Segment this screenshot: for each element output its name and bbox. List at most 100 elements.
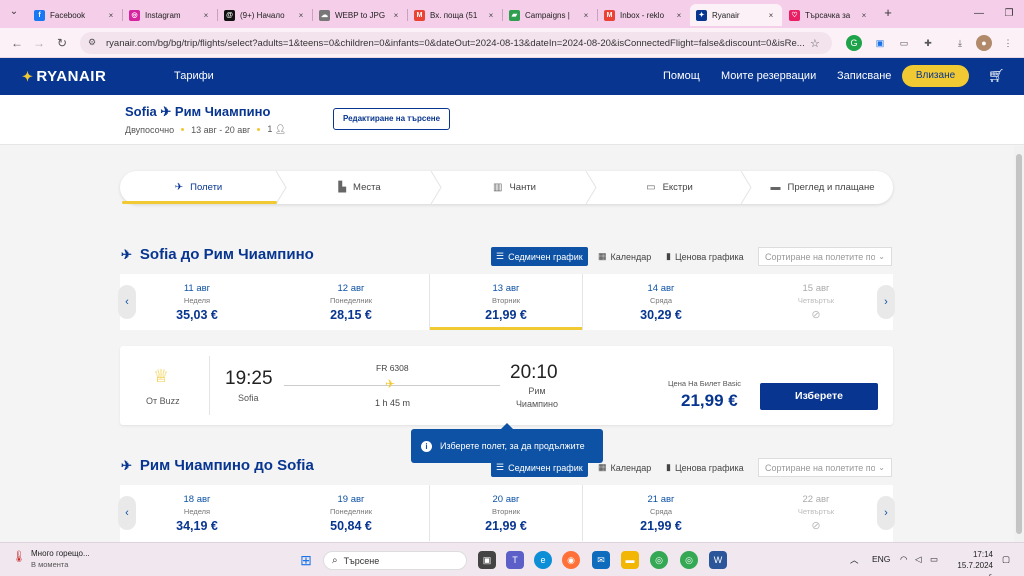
chrome-icon[interactable]: ◎ xyxy=(650,551,668,569)
back-icon[interactable]: ← xyxy=(8,34,26,52)
date-card-selected[interactable]: 20 авг Вторник 21,99 € xyxy=(429,485,583,541)
download-icon[interactable]: ⤓ xyxy=(952,35,968,51)
file-explorer-icon[interactable]: ▬ xyxy=(621,551,639,569)
weekly-view-button[interactable]: ☰ Седмичен график xyxy=(491,247,588,266)
close-icon[interactable]: × xyxy=(766,11,776,20)
task-view-icon[interactable]: ▣ xyxy=(478,551,496,569)
tab-inbox[interactable]: M Inbox - reklo × xyxy=(598,4,690,26)
price-chart-view-button[interactable]: ▮ Ценова графика xyxy=(661,247,749,266)
wifi-icon[interactable]: ◠ xyxy=(900,554,907,565)
tab-campaigns[interactable]: ▰ Campaigns | × xyxy=(503,4,597,26)
sort-select[interactable]: Сортиране на полетите по ⌄ xyxy=(758,247,892,266)
date-card[interactable]: 14 авг Сряда 30,29 € xyxy=(584,274,738,330)
reload-icon[interactable]: ↻ xyxy=(53,34,71,52)
weather-widget[interactable]: 🌡︎ Много горещо... В момента xyxy=(12,549,90,569)
tray-chevron-up-icon[interactable]: ︿ xyxy=(850,554,859,566)
edit-search-button[interactable]: Редактиране на търсене xyxy=(333,108,450,130)
puzzle-icon[interactable]: ✚ xyxy=(920,35,936,51)
address-bar[interactable]: ⚙ ryanair.com/bg/bg/trip/flights/select?… xyxy=(80,32,832,54)
minimize-icon[interactable]: — xyxy=(964,4,994,24)
edge-icon[interactable]: e xyxy=(534,551,552,569)
date-card[interactable]: 19 авг Понеделник 50,84 € xyxy=(274,485,428,541)
carousel-next-icon[interactable]: › xyxy=(877,496,895,530)
nav-signup[interactable]: Записване xyxy=(837,70,891,82)
weekday-label: Четвъртък xyxy=(797,507,835,516)
weekly-view-button[interactable]: ☰ Седмичен график xyxy=(491,458,588,477)
volume-icon[interactable]: ◁ xyxy=(915,554,922,565)
chrome-profile-icon[interactable]: ◎ xyxy=(680,551,698,569)
price-label: 35,03 € xyxy=(176,308,218,322)
select-flight-button[interactable]: Изберете xyxy=(760,383,878,410)
bookmark-star-icon[interactable]: ☆ xyxy=(810,37,824,50)
scrollbar[interactable] xyxy=(1014,146,1024,542)
step-flights[interactable]: ✈ Полети xyxy=(120,171,277,204)
carousel-prev-icon[interactable]: ‹ xyxy=(118,285,136,319)
flight-card[interactable]: ♕ От Buzz 19:25 Sofia FR 6308 ✈ 1 h 45 m… xyxy=(120,346,893,425)
close-icon[interactable]: × xyxy=(296,11,306,20)
tab-search[interactable]: ♡ Търсачка за × xyxy=(783,4,875,26)
windows-start-icon[interactable]: ⊞ xyxy=(297,551,315,569)
date-card-selected[interactable]: 13 авг Вторник 21,99 € xyxy=(429,274,583,330)
carousel-prev-icon[interactable]: ‹ xyxy=(118,496,136,530)
tab-facebook[interactable]: f Facebook × xyxy=(28,4,122,26)
departure-city: Sofia xyxy=(238,393,259,403)
forward-icon[interactable]: → xyxy=(30,34,48,52)
date-card[interactable]: 18 авг Неделя 34,19 € xyxy=(120,485,274,541)
avatar[interactable]: ● xyxy=(976,35,992,51)
step-review-payment[interactable]: ▬ Преглед и плащане xyxy=(752,171,893,204)
date-card[interactable]: 11 авг Неделя 35,03 € xyxy=(120,274,274,330)
arrival-city: Рим Чиампино xyxy=(515,386,559,409)
close-icon[interactable]: × xyxy=(201,11,211,20)
calendar-view-button[interactable]: ▦ Календар xyxy=(593,458,656,477)
maximize-icon[interactable]: ❐ xyxy=(994,4,1024,24)
nav-help[interactable]: Помощ xyxy=(663,70,700,82)
close-icon[interactable]: × xyxy=(859,11,869,20)
mail-icon[interactable]: ✉ xyxy=(592,551,610,569)
buzz-logo-icon: ♕ xyxy=(153,366,170,386)
tab-search-icon[interactable]: ⌄ xyxy=(6,6,22,22)
close-icon[interactable]: × xyxy=(674,11,684,20)
site-info-icon[interactable]: ⚙ xyxy=(88,37,100,49)
login-button[interactable]: Влизане xyxy=(902,65,969,87)
calendar-view-button[interactable]: ▦ Календар xyxy=(593,247,656,266)
close-icon[interactable]: × xyxy=(581,11,591,20)
step-label: Преглед и плащане xyxy=(787,182,875,193)
date-card[interactable]: 12 авг Понеделник 28,15 € xyxy=(274,274,428,330)
battery-icon[interactable]: ▭ xyxy=(930,554,938,565)
booking-stepper: ✈ Полети ▙ Места ▥ Чанти ▭ Екстри ▬ Прег… xyxy=(120,171,893,204)
step-extras[interactable]: ▭ Екстри xyxy=(597,171,742,204)
cart-icon[interactable]: 🛒︎ xyxy=(988,68,1005,84)
teams-icon[interactable]: T xyxy=(506,551,524,569)
clock[interactable]: 17:14 15.7.2024 г. xyxy=(953,549,993,576)
grammarly-icon[interactable]: G xyxy=(846,35,862,51)
cast-icon[interactable]: ▭ xyxy=(896,35,912,51)
step-seats[interactable]: ▙ Места xyxy=(287,171,432,204)
firefox-icon[interactable]: ◉ xyxy=(562,551,580,569)
tab-threads[interactable]: @ (9+) Начало × xyxy=(218,4,312,26)
close-icon[interactable]: × xyxy=(391,11,401,20)
price-chart-view-button[interactable]: ▮ Ценова графика xyxy=(661,458,749,477)
taskbar-search[interactable]: ⌕ Търсене xyxy=(323,551,467,570)
more-menu-icon[interactable]: ⋮ xyxy=(1000,35,1016,51)
tab-ryanair[interactable]: ✦ Ryanair × xyxy=(690,4,782,26)
threads-icon: @ xyxy=(224,9,235,21)
carousel-next-icon[interactable]: › xyxy=(877,285,895,319)
new-tab-icon[interactable]: + xyxy=(880,6,896,22)
ryanair-logo[interactable]: ✦ RYANAIR xyxy=(22,68,106,85)
close-icon[interactable]: × xyxy=(106,11,116,20)
extension-icon[interactable]: ▣ xyxy=(872,35,888,51)
step-bags[interactable]: ▥ Чанти xyxy=(442,171,587,204)
plane-icon: ✈ xyxy=(174,182,184,193)
nav-my-bookings[interactable]: Моите резервации xyxy=(721,70,816,82)
tab-instagram[interactable]: ◎ Instagram × xyxy=(123,4,217,26)
language-indicator[interactable]: ENG xyxy=(872,554,890,564)
date-card[interactable]: 21 авг Сряда 21,99 € xyxy=(584,485,738,541)
tab-webp-to-jpg[interactable]: ☁ WEBP to JPG × xyxy=(313,4,407,26)
tab-gmail[interactable]: M Вх. поща (51 × xyxy=(408,4,502,26)
notifications-icon[interactable]: ▢ xyxy=(1002,554,1010,565)
sort-select[interactable]: Сортиране на полетите по ⌄ xyxy=(758,458,892,477)
nav-fares[interactable]: Тарифи xyxy=(174,70,214,82)
word-icon[interactable]: W xyxy=(709,551,727,569)
plane-takeoff-icon: ✈ xyxy=(121,457,132,473)
close-icon[interactable]: × xyxy=(486,11,496,20)
